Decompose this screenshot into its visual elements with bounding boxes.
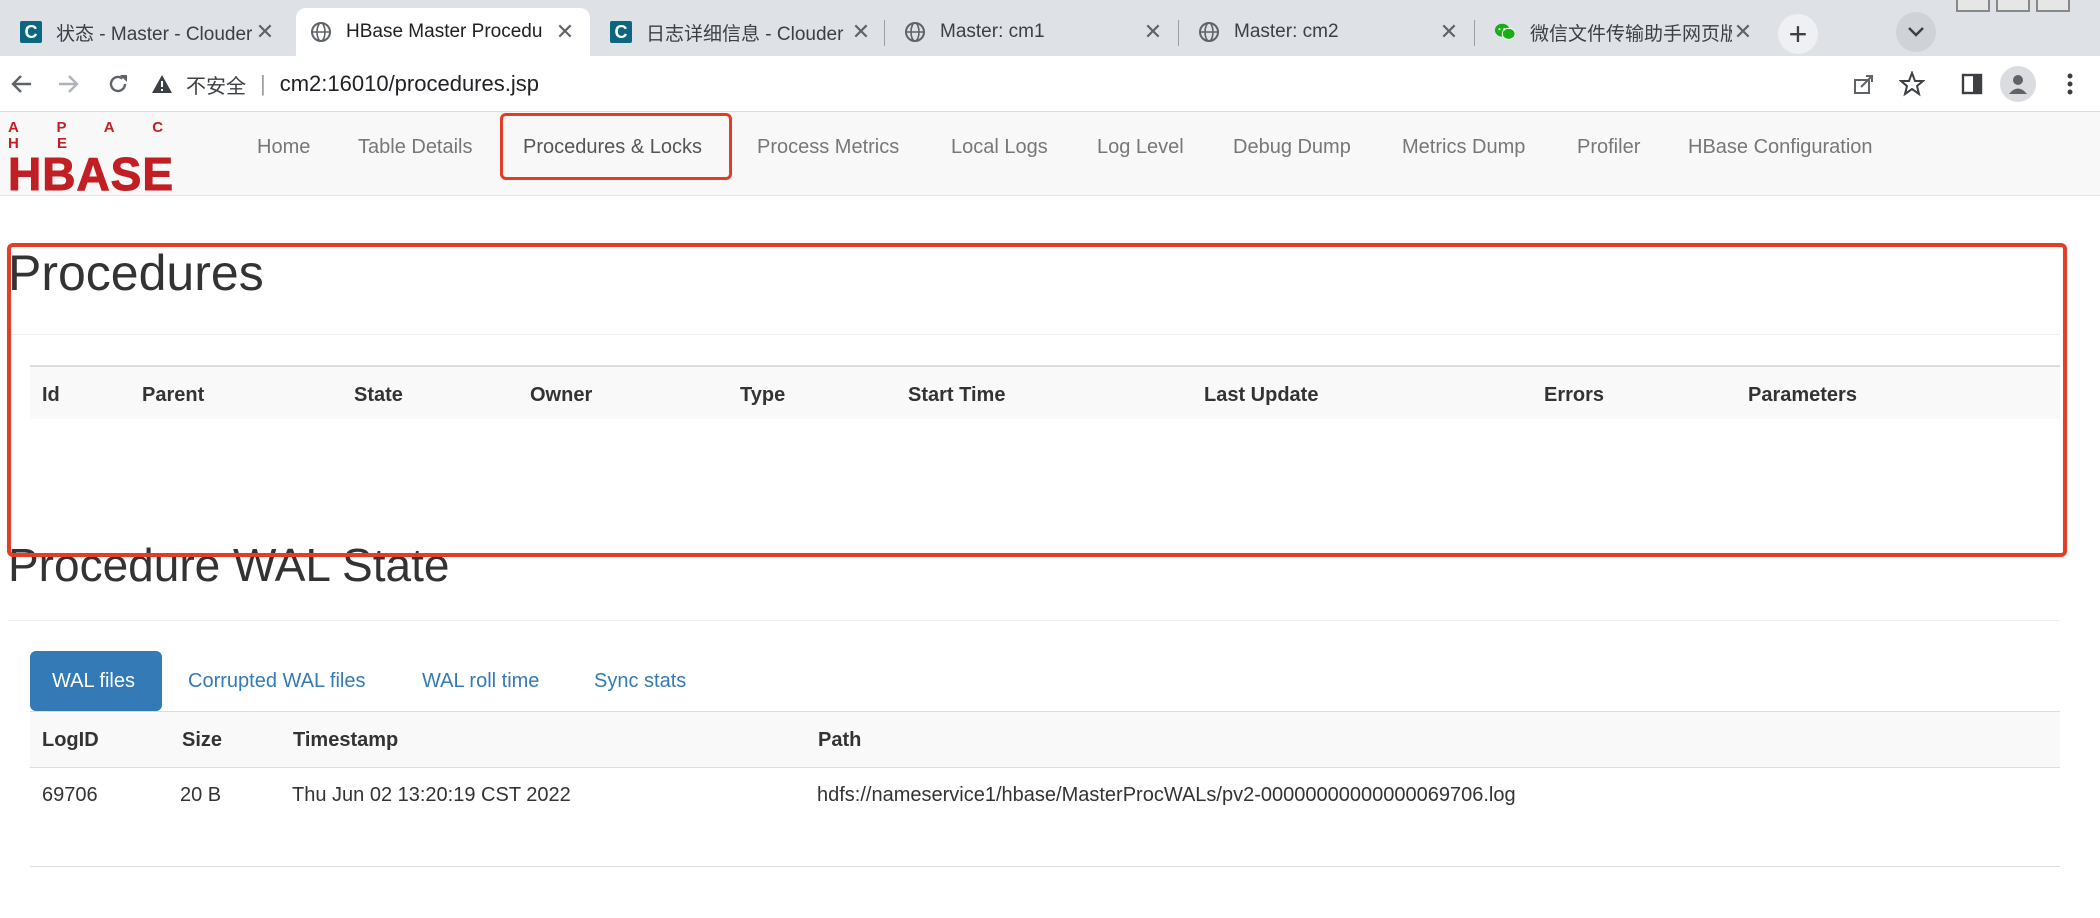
hbase-logo[interactable]: A P A C H E HBASE — [8, 120, 214, 198]
cell-logid: 69706 — [42, 784, 98, 806]
reload-icon — [109, 75, 127, 93]
close-icon[interactable]: ✕ — [1142, 19, 1164, 45]
nav-profiler[interactable]: Profiler — [1577, 136, 1640, 159]
arrow-left-icon — [11, 75, 31, 93]
wal-table-header: LogID Size Timestamp Path — [30, 712, 2060, 768]
tab-title: 状态 - Master - Clouder — [56, 23, 253, 45]
browser-tab-wechat[interactable]: 微信文件传输助手网页版 ✕ — [1480, 8, 1768, 56]
url-text[interactable]: cm2:16010/procedures.jsp — [280, 71, 539, 97]
side-panel-button[interactable] — [1954, 66, 1990, 102]
bookmark-button[interactable] — [1894, 66, 1930, 102]
back-button[interactable] — [4, 66, 40, 102]
col-logid: LogID — [42, 729, 99, 751]
maximize-window-button[interactable] — [1996, 0, 2030, 12]
omnibox-separator: | — [260, 71, 266, 96]
nav-home[interactable]: Home — [257, 136, 310, 159]
chevron-down-icon — [1908, 27, 1924, 37]
tab-title: Master: cm1 — [940, 21, 1045, 42]
cloudera-c-icon: C — [610, 21, 632, 43]
globe-icon — [904, 21, 926, 43]
nav-table-details[interactable]: Table Details — [358, 136, 473, 159]
tab-title: Master: cm2 — [1234, 21, 1339, 42]
close-window-button[interactable] — [2036, 0, 2070, 12]
browser-toolbar: 不安全 | cm2:16010/procedures.jsp — [0, 56, 2100, 112]
tab-title: HBase Master Procedu — [346, 21, 543, 42]
browser-tab-master-cm2[interactable]: Master: cm2 ✕ — [1184, 8, 1474, 56]
minimize-window-button[interactable] — [1956, 0, 1990, 12]
new-tab-button[interactable]: + — [1778, 14, 1818, 54]
row-divider — [30, 767, 2060, 768]
close-icon[interactable]: ✕ — [554, 19, 576, 45]
tab-title: 微信文件传输助手网页版 — [1530, 23, 1732, 45]
cell-path: hdfs://nameservice1/hbase/MasterProcWALs… — [817, 784, 1516, 806]
globe-icon — [1198, 21, 1220, 43]
profile-button[interactable] — [2000, 66, 2036, 102]
browser-tab-hbase-procedures[interactable]: HBase Master Procedu ✕ — [296, 8, 590, 56]
address-bar[interactable]: 不安全 | cm2:16010/procedures.jsp — [150, 62, 1830, 106]
nav-log-level[interactable]: Log Level — [1097, 136, 1184, 159]
col-size: Size — [182, 729, 223, 751]
forward-button[interactable] — [50, 66, 86, 102]
tab-wal-roll-time[interactable]: WAL roll time — [400, 651, 561, 711]
browser-tab-cloudera-status[interactable]: C 状态 - Master - Clouder ✕ — [6, 8, 290, 56]
globe-icon — [310, 21, 332, 43]
reload-button[interactable] — [100, 66, 136, 102]
close-icon[interactable]: ✕ — [254, 19, 276, 45]
row-divider — [30, 866, 2060, 867]
user-avatar-icon — [2009, 75, 2027, 94]
share-button[interactable] — [1846, 66, 1882, 102]
tab-separator — [1474, 20, 1475, 46]
tab-separator — [884, 20, 885, 46]
warning-triangle-icon[interactable] — [150, 72, 174, 96]
col-timestamp: Timestamp — [293, 729, 399, 751]
tab-search-button[interactable] — [1896, 12, 1936, 52]
col-path: Path — [818, 729, 862, 751]
tab-title: 日志详细信息 - Clouder — [646, 23, 844, 45]
close-icon[interactable]: ✕ — [1438, 19, 1460, 45]
tab-corrupted-wal-files[interactable]: Corrupted WAL files — [166, 651, 387, 711]
close-icon[interactable]: ✕ — [850, 19, 872, 45]
nav-local-logs[interactable]: Local Logs — [951, 136, 1048, 159]
cell-size: 20 B — [180, 784, 222, 806]
annotation-highlight-procedures — [7, 243, 2067, 557]
nav-metrics-dump[interactable]: Metrics Dump — [1402, 136, 1525, 159]
logo-hbase-text: HBASE — [8, 148, 175, 200]
cloudera-c-icon: C — [20, 21, 42, 43]
nav-hbase-configuration[interactable]: HBase Configuration — [1688, 136, 1873, 159]
share-icon — [1854, 75, 1873, 94]
annotation-highlight-nav — [500, 113, 732, 180]
insecure-label: 不安全 — [186, 75, 246, 98]
side-panel-icon — [1961, 73, 1983, 95]
heading-divider — [8, 620, 2060, 621]
cell-timestamp: Thu Jun 02 13:20:19 CST 2022 — [292, 784, 571, 806]
more-vertical-icon — [2067, 73, 2073, 95]
tab-sync-stats[interactable]: Sync stats — [572, 651, 708, 711]
tab-wal-files[interactable]: WAL files — [30, 651, 162, 711]
wechat-icon — [1494, 21, 1516, 43]
tab-separator — [1178, 20, 1179, 46]
nav-process-metrics[interactable]: Process Metrics — [757, 136, 899, 159]
browser-tab-master-cm1[interactable]: Master: cm1 ✕ — [890, 8, 1178, 56]
browser-tab-cloudera-log[interactable]: C 日志详细信息 - Clouder ✕ — [596, 8, 886, 56]
star-icon — [1899, 71, 1925, 97]
arrow-right-icon — [59, 75, 79, 93]
browser-menu-button[interactable] — [2052, 66, 2088, 102]
nav-debug-dump[interactable]: Debug Dump — [1233, 136, 1351, 159]
browser-tab-strip: C 状态 - Master - Clouder ✕ HBase Master P… — [0, 0, 2100, 56]
close-icon[interactable]: ✕ — [1732, 19, 1754, 45]
hbase-navbar: A P A C H E HBASE Home Table Details Pro… — [0, 112, 2100, 198]
